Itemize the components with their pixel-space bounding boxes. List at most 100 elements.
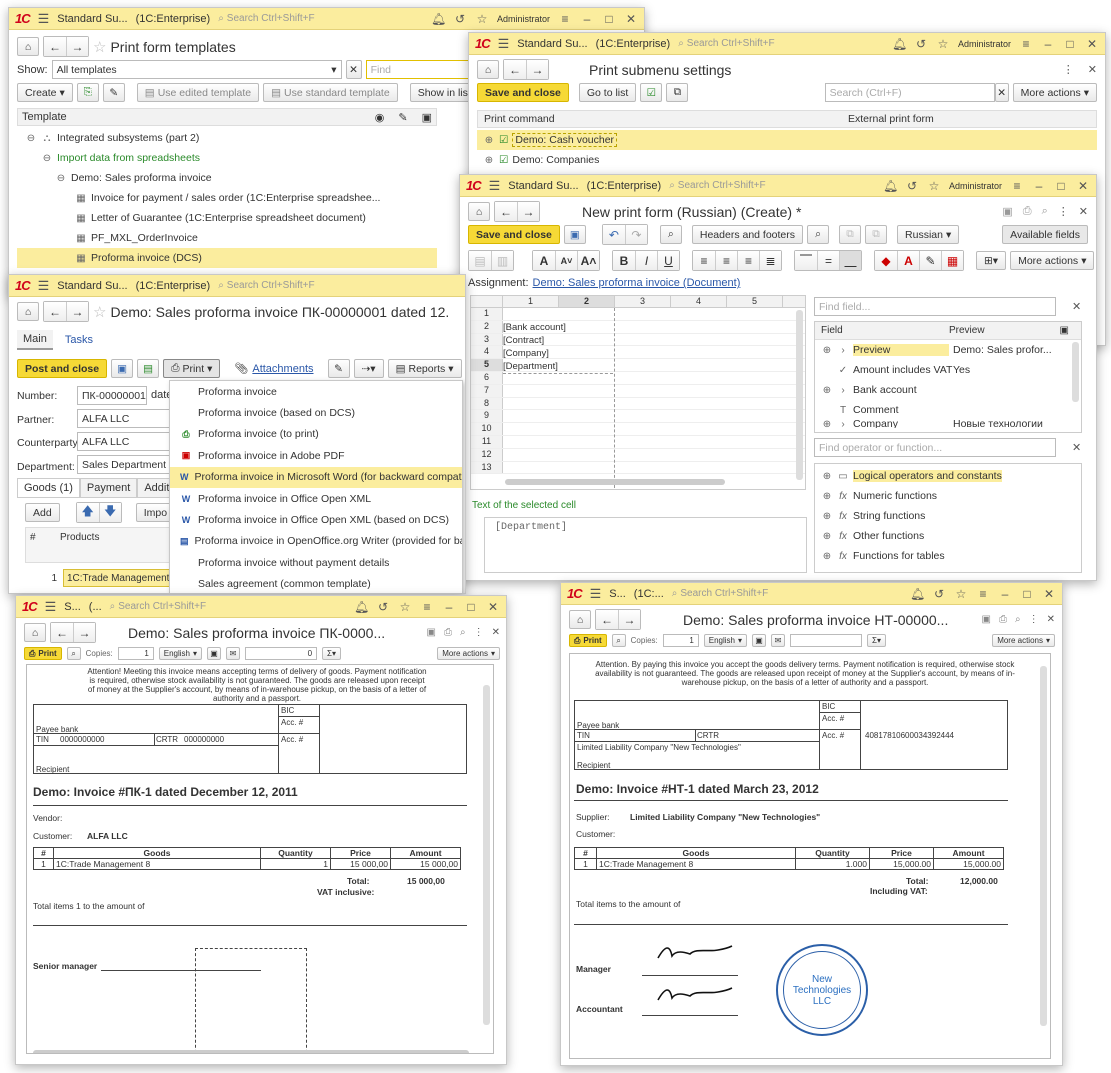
selected-cell-text[interactable]: [Department] — [484, 517, 807, 573]
maximize-icon[interactable]: □ — [1020, 587, 1034, 601]
bell-icon[interactable]: 🔔︎ — [431, 12, 446, 26]
print-button[interactable]: ⎙ Print ▾ — [163, 359, 221, 378]
tree-item[interactable]: ⊖ Demo: Sales proforma invoice — [17, 168, 437, 188]
redo-button[interactable]: ↷ — [624, 225, 647, 244]
history-icon[interactable]: ↺ — [932, 587, 946, 601]
font-decrease-button[interactable]: A˅ — [555, 251, 577, 270]
print-menu-item[interactable]: ⎙ Proforma invoice (to print) — [170, 424, 462, 445]
language-select[interactable]: Russian ▾ — [897, 225, 960, 244]
tree-item[interactable]: ⊖ Import data from spreadsheets — [17, 148, 437, 168]
print-menu-item[interactable]: Proforma invoice — [170, 381, 462, 402]
clear-format-button[interactable]: ▦ — [941, 251, 963, 270]
operator-row[interactable]: ⊕ fx String functions — [815, 506, 1081, 526]
print-menu-item[interactable]: Sales agreement (common template) — [170, 574, 462, 593]
print-icon[interactable]: ⎙ — [1023, 205, 1032, 218]
borders-button[interactable]: ⊞▾ — [976, 251, 1007, 270]
print-button[interactable]: ⎙ Print — [569, 634, 607, 647]
fill-color-button[interactable]: ◆ — [875, 251, 897, 270]
scrollbar[interactable] — [505, 479, 725, 485]
partner-field[interactable]: ALFA LLC — [77, 409, 177, 428]
row-header[interactable]: 11 — [471, 435, 503, 448]
close-icon[interactable]: ✕ — [624, 12, 638, 26]
star-icon[interactable]: ☆ — [954, 587, 968, 601]
save-button[interactable]: ▣ — [111, 359, 134, 378]
close-icon[interactable]: ✕ — [1047, 614, 1055, 625]
back-button[interactable]: ← — [504, 60, 526, 79]
maximize-icon[interactable]: □ — [602, 12, 616, 26]
more-icon[interactable]: ⋮ — [1029, 614, 1039, 625]
settings-icon[interactable]: ≡ — [976, 587, 990, 601]
close-icon[interactable]: ✕ — [1076, 179, 1090, 193]
row-header[interactable]: 12 — [471, 448, 503, 461]
preview-button[interactable]: ⌕ — [66, 647, 81, 660]
tab-tasks[interactable]: Tasks — [65, 334, 93, 346]
language-select[interactable]: English ▾ — [703, 634, 748, 647]
save-icon[interactable]: ▣ — [1002, 205, 1012, 218]
related-button[interactable]: ⇢▾ — [353, 359, 384, 378]
cell-contract[interactable]: [Contract] — [503, 334, 613, 347]
scrollbar[interactable] — [1040, 666, 1047, 1026]
check-all-button[interactable]: ☑ — [640, 83, 663, 102]
close-icon[interactable]: ✕ — [1085, 37, 1099, 51]
field-row[interactable]: T Comment — [815, 400, 1081, 420]
bell-icon[interactable]: 🔔︎ — [883, 179, 898, 193]
align-justify-button[interactable]: ≣ — [759, 251, 781, 270]
copies-field[interactable]: 1 — [662, 634, 699, 647]
forward-button[interactable]: → — [66, 302, 88, 321]
edit-button[interactable]: ✎ — [102, 83, 125, 102]
text-color-button[interactable]: A — [897, 251, 919, 270]
more-actions-button[interactable]: More actions ▾ — [1012, 83, 1097, 102]
copy-format-button[interactable]: ▥ — [491, 251, 513, 270]
minimize-icon[interactable]: – — [1032, 179, 1046, 193]
settings-icon[interactable]: ≡ — [420, 600, 434, 614]
row-header[interactable]: 1 — [471, 308, 503, 320]
star-icon[interactable]: ☆ — [927, 179, 941, 193]
list-item[interactable]: ⊕ ☑ Demo: Companies — [477, 150, 1097, 170]
row-header[interactable]: 10 — [471, 423, 503, 435]
sum-field[interactable] — [790, 634, 863, 647]
template-icon[interactable]: ▣ — [1060, 325, 1081, 336]
close-icon[interactable]: ✕ — [492, 627, 500, 638]
operator-row[interactable]: ⊕ fx Functions for tables — [815, 546, 1081, 566]
forward-button[interactable]: → — [73, 623, 95, 642]
paste-button[interactable]: ▤ — [469, 251, 491, 270]
bell-icon[interactable]: 🔔︎ — [910, 587, 925, 601]
copy-button[interactable]: ⎘ — [76, 83, 99, 102]
font-increase-button[interactable]: A˄ — [577, 251, 599, 270]
forward-button[interactable]: → — [618, 610, 640, 629]
pen-button[interactable]: ✎ — [919, 251, 941, 270]
field-row[interactable]: ⊕ › Preview Demo: Sales profor... — [815, 340, 1081, 360]
menu-icon[interactable]: ☰ — [489, 178, 501, 194]
global-search[interactable]: ⌕ Search Ctrl+Shift+F — [672, 588, 902, 599]
language-select[interactable]: English ▾ — [158, 647, 203, 660]
edit-button[interactable]: ✎ — [327, 359, 350, 378]
forward-button[interactable]: → — [66, 37, 88, 56]
department-field[interactable]: Sales Department — [77, 455, 177, 474]
spreadsheet-editor[interactable]: 1 2 3 4 5 1 2 3 4 5 6 7 8 9 10 11 12 13 [Bank accoun… — [470, 295, 806, 490]
settings-icon[interactable]: ≡ — [558, 12, 572, 26]
tree-item[interactable]: ▦ PF_MXL_OrderInvoice — [17, 228, 437, 248]
bell-icon[interactable]: 🔔︎ — [354, 600, 369, 614]
more-icon[interactable]: ⋮ — [1063, 63, 1074, 76]
print-button[interactable]: ⎙ Print — [24, 647, 62, 660]
eye-icon[interactable]: ◉ — [375, 111, 385, 124]
maximize-icon[interactable]: □ — [1063, 37, 1077, 51]
history-icon[interactable]: ↺ — [376, 600, 390, 614]
print-menu-item[interactable]: W Proforma invoice in Office Open XML — [170, 488, 462, 509]
global-search[interactable]: ⌕ Search Ctrl+Shift+F — [669, 180, 875, 191]
close-icon[interactable]: ✕ — [486, 600, 500, 614]
tree-item[interactable]: ⊖ ⛬ Integrated subsystems (part 2) — [17, 128, 437, 148]
number-field[interactable]: ПК-00000001 — [77, 386, 147, 405]
create-button[interactable]: Create ▾ — [17, 83, 73, 102]
tree-item[interactable]: ▦ Letter of Guarantee (1C:Enterprise spre… — [17, 208, 437, 228]
post-button[interactable]: ▤ — [137, 359, 160, 378]
template-icon[interactable]: ▣ — [422, 111, 432, 124]
available-fields-button[interactable]: Available fields — [1002, 225, 1088, 244]
clear-icon[interactable]: ✕ — [1072, 300, 1081, 313]
move-down-button[interactable]: 🡇︎ — [98, 503, 121, 522]
sum-field[interactable]: 0 — [245, 647, 318, 660]
print-icon[interactable]: ⎙ — [999, 614, 1007, 625]
tab-goods[interactable]: Goods (1) — [17, 478, 80, 498]
star-icon[interactable]: ☆ — [475, 12, 489, 26]
global-search[interactable]: ⌕ Search Ctrl+Shift+F — [218, 280, 459, 291]
